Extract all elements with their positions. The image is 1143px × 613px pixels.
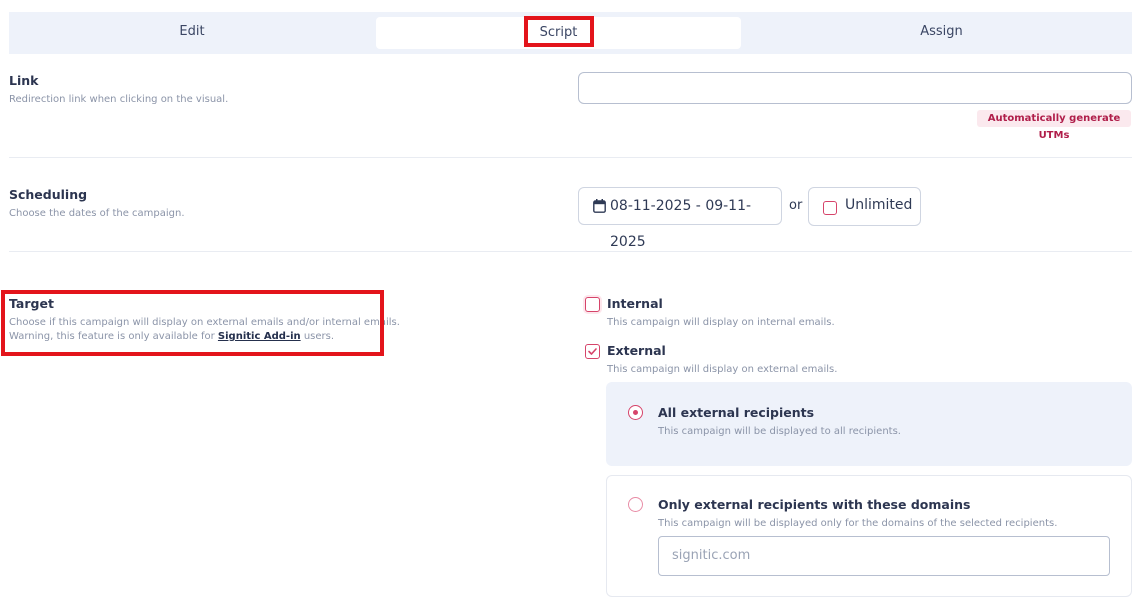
date-range-text: 08-11-2025 - 09-11-2025 [610, 198, 752, 250]
target-description-line1: Choose if this campaign will display on … [9, 317, 400, 328]
internal-checkbox[interactable] [585, 297, 600, 312]
warning-suffix: users. [300, 331, 335, 342]
domains-input[interactable]: signitic.com [658, 536, 1110, 576]
divider [9, 157, 1132, 158]
all-recipients-label: All external recipients [658, 405, 815, 420]
target-title: Target [9, 296, 54, 311]
internal-description: This campaign will display on internal e… [607, 317, 835, 328]
check-icon [588, 348, 597, 355]
signitic-addin-link[interactable]: Signitic Add-in [218, 331, 301, 342]
target-description: Choose if this campaign will display on … [9, 316, 400, 344]
domain-recipients-description: This campaign will be displayed only for… [658, 518, 1058, 529]
all-recipients-radio[interactable] [628, 405, 643, 420]
external-description: This campaign will display on external e… [607, 364, 838, 375]
unlimited-checkbox[interactable] [823, 201, 837, 215]
link-input[interactable] [578, 72, 1132, 104]
tab-bar: Edit Script Assign [9, 12, 1132, 54]
link-description: Redirection link when clicking on the vi… [9, 94, 229, 105]
link-title: Link [9, 73, 39, 88]
all-recipients-description: This campaign will be displayed to all r… [658, 426, 901, 437]
or-label: or [789, 198, 803, 213]
unlimited-button[interactable]: Unlimited [808, 187, 921, 226]
calendar-icon [593, 199, 606, 213]
internal-label: Internal [607, 296, 663, 311]
scheduling-description: Choose the dates of the campaign. [9, 208, 185, 219]
scheduling-title: Scheduling [9, 187, 88, 202]
tab-edit[interactable]: Edit [9, 12, 375, 54]
date-range-button[interactable]: 08-11-2025 - 09-11-2025 [578, 187, 782, 250]
target-description-line2: Warning, this feature is only available … [9, 330, 400, 344]
domain-recipients-label: Only external recipients with these doma… [658, 497, 971, 512]
tab-assign[interactable]: Assign [751, 12, 1132, 54]
unlimited-label: Unlimited [845, 197, 913, 213]
domain-recipients-radio[interactable] [628, 497, 643, 512]
warning-text: Warning, this feature is only available … [9, 331, 218, 342]
all-recipients-card[interactable] [606, 382, 1132, 466]
generate-utms-button[interactable]: Automatically generate UTMs [977, 110, 1131, 141]
external-checkbox[interactable] [585, 344, 600, 359]
tab-script[interactable]: Script [376, 17, 741, 49]
external-label: External [607, 343, 666, 358]
divider [9, 251, 1132, 252]
